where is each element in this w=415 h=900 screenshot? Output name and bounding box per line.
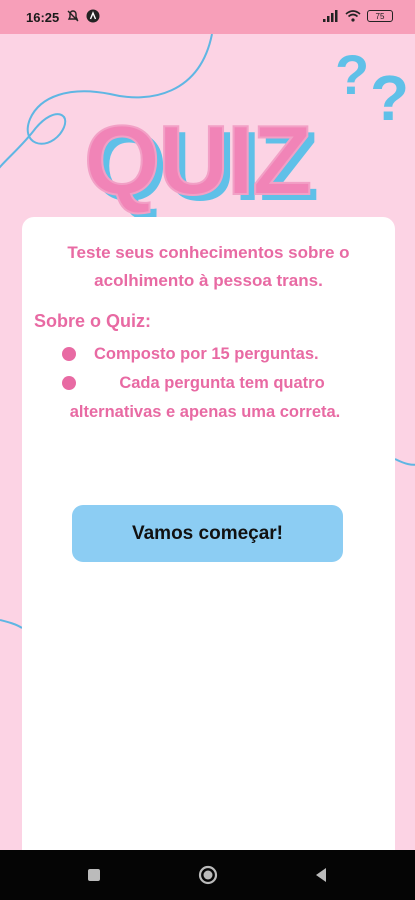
swirl-line-right <box>394 458 415 466</box>
svg-text:?: ? <box>335 43 369 106</box>
bullet-icon <box>62 376 76 390</box>
alarm-off-icon <box>67 10 79 22</box>
app-notification-icon <box>86 9 100 23</box>
swirl-line-left <box>0 619 23 629</box>
battery-level: 75 <box>375 11 385 21</box>
status-time: 16:25 <box>26 10 60 25</box>
intro-text: Teste seus conhecimentos sobre o acolhim… <box>22 239 395 295</box>
list-item: Cada pergunta tem quatro alternativas e … <box>40 369 370 427</box>
battery-icon: 75 <box>367 10 393 22</box>
home-button[interactable] <box>188 855 228 895</box>
back-button[interactable] <box>301 855 341 895</box>
back-triangle-icon <box>316 868 327 882</box>
about-quiz-list: Composto por 15 perguntas. Cada pergunta… <box>60 340 380 427</box>
about-quiz-heading: Sobre o Quiz: <box>34 311 151 331</box>
wifi-icon <box>345 10 361 22</box>
list-item-text: Cada pergunta tem quatro alternativas e … <box>69 374 341 421</box>
bullet-icon <box>62 347 76 361</box>
navigation-bar <box>0 850 415 900</box>
quiz-title-logo: QUIZ QUIZ <box>83 104 319 221</box>
intro-line-1: Teste seus conhecimentos sobre o <box>67 243 350 262</box>
status-bar: 16:25 75 <box>0 0 415 34</box>
system-status-icons: 75 <box>323 10 393 22</box>
list-item-text: Composto por 15 perguntas. <box>94 345 319 363</box>
intro-line-2: acolhimento à pessoa trans. <box>94 271 323 290</box>
svg-text:?: ? <box>370 62 409 134</box>
square-icon <box>87 869 100 881</box>
home-circle-icon <box>198 865 217 885</box>
signal-icon <box>323 10 338 22</box>
list-item: Composto por 15 perguntas. <box>60 340 380 369</box>
notification-icons <box>66 9 100 23</box>
recent-apps-button[interactable] <box>74 855 114 895</box>
svg-text:QUIZ: QUIZ <box>84 105 310 215</box>
start-quiz-button[interactable]: Vamos começar! <box>72 505 343 562</box>
question-marks-icon: ? ? <box>335 43 409 134</box>
quiz-intro-card: Teste seus conhecimentos sobre o acolhim… <box>22 217 395 857</box>
